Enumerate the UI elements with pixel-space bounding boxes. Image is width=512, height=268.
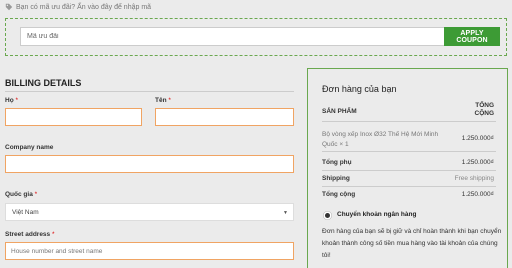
- country-label: Quốc gia *: [5, 191, 37, 198]
- country-select-value: Việt Nam: [12, 208, 39, 216]
- total-value: 1.250.000₫: [461, 191, 494, 198]
- coupon-form: APPLY COUPON: [5, 18, 507, 56]
- first-name-field[interactable]: [155, 108, 294, 126]
- street-label: Street address *: [5, 231, 55, 238]
- required-mark: *: [15, 97, 19, 104]
- product-divider: [322, 151, 496, 152]
- first-name-label-text: Tên: [155, 97, 167, 104]
- coupon-code-input[interactable]: [20, 27, 448, 46]
- order-title: Đơn hàng của bạn: [322, 84, 397, 94]
- tag-icon: [5, 3, 13, 11]
- product-price: 1.250.000₫: [461, 135, 494, 142]
- coupon-notice-text[interactable]: Bạn có mã ưu đãi? Ấn vào đây để nhập mã: [16, 4, 151, 11]
- billing-divider: [5, 91, 294, 92]
- payment-description: Đơn hàng của bạn sẽ bị giữ và chỉ hoàn t…: [322, 228, 502, 259]
- total-label: Tổng cộng: [322, 191, 356, 198]
- last-name-label-text: Họ: [5, 97, 14, 104]
- order-summary: Đơn hàng của bạn SẢN PHẨM TỔNG CỘNG Bộ v…: [307, 68, 508, 268]
- shipping-divider: [322, 186, 496, 187]
- required-mark: *: [51, 231, 55, 238]
- required-mark: *: [34, 191, 38, 198]
- order-header-divider: [322, 121, 496, 122]
- shipping-value: Free shipping: [454, 175, 494, 182]
- country-label-text: Quốc gia: [5, 191, 33, 198]
- first-name-label: Tên *: [155, 97, 171, 104]
- column-header-product: SẢN PHẨM: [322, 108, 357, 115]
- column-header-total: TỔNG CỘNG: [474, 102, 495, 117]
- subtotal-divider: [322, 170, 496, 171]
- apply-coupon-button[interactable]: APPLY COUPON: [444, 27, 500, 46]
- street-label-text: Street address: [5, 231, 51, 238]
- required-mark: *: [168, 97, 171, 104]
- country-select[interactable]: Việt Nam ▼: [5, 203, 294, 221]
- payment-method-label[interactable]: Chuyển khoản ngân hàng: [337, 211, 416, 218]
- shipping-label: Shipping: [322, 175, 350, 182]
- subtotal-label: Tổng phụ: [322, 159, 352, 166]
- company-field[interactable]: [5, 155, 294, 173]
- product-name: Bộ vòng xếp Inox Ø32 Thế Hệ Mới Minh Quố…: [322, 131, 439, 148]
- last-name-label: Họ *: [5, 97, 18, 104]
- coupon-notice[interactable]: Bạn có mã ưu đãi? Ấn vào đây để nhập mã: [5, 3, 151, 11]
- company-label: Company name: [5, 144, 54, 151]
- payment-radio-bank-transfer[interactable]: [325, 213, 330, 218]
- chevron-down-icon: ▼: [283, 210, 288, 216]
- billing-title: BILLING DETAILS: [5, 78, 82, 88]
- subtotal-value: 1.250.000₫: [461, 159, 494, 166]
- last-name-field[interactable]: [5, 108, 142, 126]
- street-address-field[interactable]: [5, 242, 294, 260]
